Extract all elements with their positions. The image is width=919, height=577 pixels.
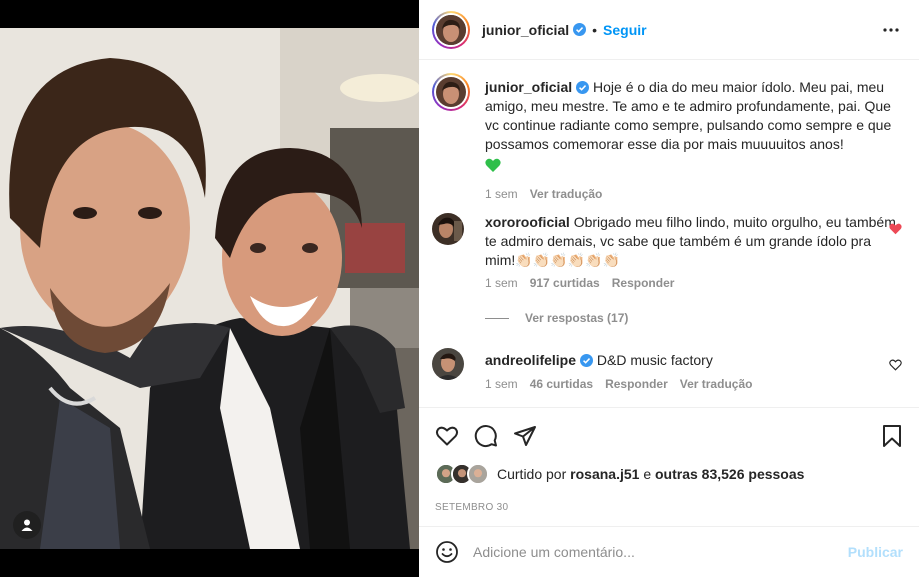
comment-like-heart-icon[interactable]: [889, 359, 902, 371]
caption-avatar-image: [436, 77, 466, 107]
photo-illustration: [0, 28, 419, 549]
post-photo: [0, 28, 419, 549]
comment-icon[interactable]: [474, 424, 498, 448]
caption-heart-emoji: [485, 158, 501, 178]
heart-icon[interactable]: [435, 424, 459, 448]
emoji-icon[interactable]: [435, 540, 459, 564]
verified-badge-icon: [580, 354, 594, 367]
comment-input[interactable]: [473, 544, 833, 560]
comment-like-heart-icon[interactable]: [889, 223, 902, 235]
post-media[interactable]: [0, 0, 419, 577]
liker-avatars[interactable]: [435, 463, 489, 485]
comment-emojis: 👏🏻👏🏻👏🏻👏🏻👏🏻👏🏻: [515, 252, 620, 268]
green-heart-icon: [485, 158, 501, 172]
caption-meta: 1 sem Ver tradução: [485, 187, 602, 201]
caption-time: 1 sem: [485, 187, 518, 201]
comment-reply-button[interactable]: Responder: [605, 377, 668, 391]
liked-by-middle: e: [643, 466, 652, 482]
comment-row: xororooficial Obrigado meu filho lindo, …: [432, 213, 902, 325]
separator-dot: •: [592, 21, 598, 38]
caption-author-avatar[interactable]: [432, 73, 470, 111]
author-username[interactable]: junior_oficial: [482, 22, 569, 38]
user-tag-button[interactable]: [13, 511, 41, 539]
caption-translate-link[interactable]: Ver tradução: [530, 187, 603, 201]
share-icon[interactable]: [513, 424, 537, 448]
caption-text-block: junior_oficial Hoje é o dia do meu maior…: [485, 78, 900, 178]
comment-likes-count[interactable]: 917 curtidas: [530, 276, 600, 290]
replies-line: [485, 317, 509, 319]
publish-button[interactable]: Publicar: [848, 544, 903, 560]
comment-row: andreolifelipe D&D music factory 1 sem 4…: [432, 348, 902, 406]
liked-by-prefix: Curtido por: [497, 466, 567, 482]
author-avatar-image: [436, 14, 466, 45]
action-buttons: [435, 424, 537, 448]
view-replies-link[interactable]: Ver respostas (17): [525, 311, 628, 325]
post-panel: junior_oficial • Seguir junior_oficial H…: [419, 0, 919, 577]
save-icon[interactable]: [881, 424, 903, 448]
liked-by: Curtido por rosana.j51 e outras 83,526 p…: [435, 463, 804, 485]
verified-badge-icon: [576, 81, 590, 94]
comment-username[interactable]: andreolifelipe: [485, 352, 576, 368]
comment-translate-link[interactable]: Ver tradução: [680, 377, 753, 391]
add-comment-bar: Publicar: [419, 526, 919, 577]
comment-time: 1 sem: [485, 377, 518, 391]
comment-text-block: andreolifelipe D&D music factory: [485, 351, 900, 370]
post-header: junior_oficial • Seguir: [419, 0, 919, 60]
comment-avatar[interactable]: [432, 213, 464, 245]
comment-text-block: xororooficial Obrigado meu filho lindo, …: [485, 213, 900, 270]
liked-by-user[interactable]: rosana.j51: [570, 466, 639, 482]
follow-button[interactable]: Seguir: [603, 22, 647, 38]
comment-likes-count[interactable]: 46 curtidas: [530, 377, 593, 391]
comment-reply-button[interactable]: Responder: [612, 276, 675, 290]
comment-username[interactable]: xororooficial: [485, 214, 570, 230]
caption-username[interactable]: junior_oficial: [485, 79, 572, 95]
comment-time: 1 sem: [485, 276, 518, 290]
post-date[interactable]: SETEMBRO 30: [435, 502, 508, 513]
caption-row: junior_oficial Hoje é o dia do meu maior…: [432, 73, 902, 201]
verified-badge-icon: [573, 23, 587, 36]
more-options-button[interactable]: [881, 20, 901, 43]
comment-avatar[interactable]: [432, 348, 464, 380]
author-avatar[interactable]: [432, 10, 470, 49]
liked-by-others[interactable]: outras 83,526 pessoas: [655, 466, 804, 482]
comment-meta: 1 sem 917 curtidas Responder: [485, 276, 674, 290]
comments-section[interactable]: junior_oficial Hoje é o dia do meu maior…: [419, 61, 919, 406]
comment-meta: 1 sem 46 curtidas Responder Ver tradução: [485, 377, 752, 391]
user-tag-icon: [21, 519, 33, 531]
liker-avatar: [467, 463, 489, 485]
more-options-icon: [883, 28, 899, 32]
comment-text: D&D music factory: [596, 352, 713, 368]
view-replies[interactable]: Ver respostas (17): [485, 311, 628, 325]
